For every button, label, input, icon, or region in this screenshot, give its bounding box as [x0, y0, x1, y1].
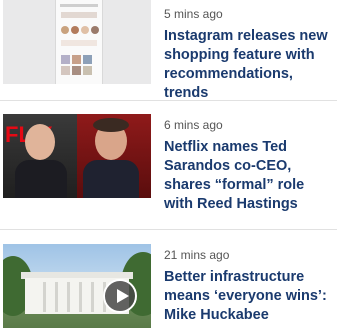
headline-link[interactable]: Better infrastructure means ‘everyone wi… [164, 268, 333, 325]
article-thumbnail[interactable] [3, 244, 151, 328]
article-item[interactable]: 21 mins ago Better infrastructure means … [0, 244, 337, 330]
divider [0, 100, 337, 101]
timestamp: 21 mins ago [164, 248, 230, 262]
article-text: 5 mins ago Instagram releases new shoppi… [164, 7, 333, 103]
divider [0, 229, 337, 230]
article-thumbnail[interactable] [3, 0, 151, 84]
phone-screenshot-image [55, 0, 103, 84]
play-icon[interactable] [103, 279, 137, 313]
article-item[interactable]: FLIX 6 mins ago Netflix names Ted Sarand… [0, 114, 337, 212]
article-thumbnail[interactable]: FLIX [3, 114, 151, 198]
headline-link[interactable]: Instagram releases new shopping feature … [164, 27, 333, 103]
news-feed: 5 mins ago Instagram releases new shoppi… [0, 0, 337, 332]
article-item[interactable]: 5 mins ago Instagram releases new shoppi… [0, 0, 337, 101]
article-text: 21 mins ago Better infrastructure means … [164, 248, 333, 325]
person-image [25, 124, 55, 160]
headline-link[interactable]: Netflix names Ted Sarandos co-CEO, share… [164, 138, 333, 214]
article-text: 6 mins ago Netflix names Ted Sarandos co… [164, 118, 333, 214]
timestamp: 6 mins ago [164, 118, 223, 132]
timestamp: 5 mins ago [164, 7, 223, 21]
